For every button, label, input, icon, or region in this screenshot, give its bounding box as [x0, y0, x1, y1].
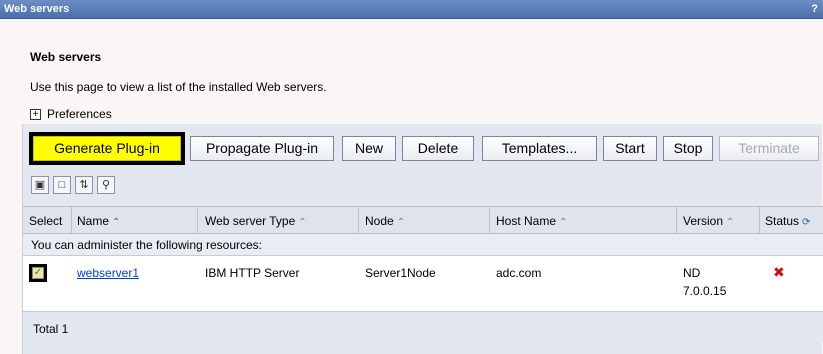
expand-icon[interactable]: +: [30, 108, 41, 120]
column-node[interactable]: Node ⌃: [365, 214, 405, 228]
clear-filter-icon[interactable]: ⚲: [97, 176, 115, 194]
show-filter-icon[interactable]: ⇅: [75, 176, 93, 194]
templates-button[interactable]: Templates...: [482, 136, 597, 161]
window-title-bar: Web servers ?: [0, 0, 823, 19]
column-node-label[interactable]: Node: [365, 214, 394, 228]
column-status[interactable]: Status ⟳: [765, 214, 810, 228]
sort-ascending-icon[interactable]: ⌃: [112, 217, 120, 228]
sort-icon[interactable]: ⌃: [726, 217, 734, 228]
deselect-all-icon[interactable]: □: [53, 176, 71, 194]
column-divider: [676, 207, 677, 235]
column-type[interactable]: Web server Type ⌃: [205, 214, 307, 228]
help-icon[interactable]: ?: [811, 3, 818, 15]
stop-button[interactable]: Stop: [663, 136, 713, 161]
start-button[interactable]: Start: [603, 136, 657, 161]
column-divider: [71, 207, 72, 235]
delete-button[interactable]: Delete: [402, 136, 474, 161]
column-name[interactable]: Name ⌃: [77, 214, 120, 228]
server-host: adc.com: [496, 266, 542, 280]
row-select-checkbox-frame[interactable]: ✓: [29, 264, 47, 282]
table-footer: Total 1: [23, 312, 823, 342]
collection-table-panel: Generate Plug-in Propagate Plug-in New D…: [22, 124, 823, 354]
content-area: Web servers Use this page to view a list…: [0, 19, 823, 354]
new-button[interactable]: New: [342, 136, 396, 161]
resources-caption-row: You can administer the following resourc…: [23, 234, 823, 256]
row-select-checkbox[interactable]: ✓: [32, 267, 44, 279]
table-row: ✓ webserver1 IBM HTTP Server Server1Node…: [23, 256, 823, 312]
sort-icon[interactable]: ⌃: [397, 217, 405, 228]
column-divider: [759, 207, 760, 235]
column-status-label[interactable]: Status: [765, 214, 799, 228]
column-divider: [489, 207, 490, 235]
stopped-status-icon: ✖: [773, 264, 785, 280]
window-title: Web servers: [4, 3, 70, 15]
generate-plugin-button[interactable]: Generate Plug-in: [29, 132, 185, 165]
select-all-icon[interactable]: ▣: [31, 176, 49, 194]
sort-icon[interactable]: ⌃: [298, 217, 306, 228]
server-version-number: 7.0.0.15: [683, 284, 727, 298]
refresh-status-icon[interactable]: ⟳: [802, 217, 810, 228]
server-name-link[interactable]: webserver1: [77, 266, 139, 280]
column-divider: [358, 207, 359, 235]
resources-caption: You can administer the following resourc…: [31, 238, 263, 252]
total-count: Total 1: [33, 322, 69, 336]
column-divider: [197, 207, 198, 235]
preferences-label[interactable]: Preferences: [47, 107, 112, 121]
column-name-label[interactable]: Name: [77, 214, 109, 228]
terminate-button: Terminate: [719, 136, 819, 161]
button-bar: Generate Plug-in Propagate Plug-in New D…: [23, 124, 823, 172]
server-node: Server1Node: [365, 266, 436, 280]
column-host-label[interactable]: Host Name: [496, 214, 556, 228]
column-version-label[interactable]: Version: [683, 214, 723, 228]
column-select: Select: [29, 214, 63, 228]
page-title: Web servers: [30, 50, 102, 64]
preferences-toggle[interactable]: + Preferences: [30, 107, 112, 121]
propagate-plugin-button[interactable]: Propagate Plug-in: [190, 136, 334, 161]
column-host[interactable]: Host Name ⌃: [496, 214, 567, 228]
page-description: Use this page to view a list of the inst…: [30, 80, 327, 94]
table-header: Select Name ⌃ Web server Type ⌃ Node ⌃ Host…: [23, 206, 823, 235]
sort-icon[interactable]: ⌃: [559, 217, 567, 228]
server-type: IBM HTTP Server: [205, 266, 300, 280]
column-version[interactable]: Version ⌃: [683, 214, 734, 228]
table-toolbar: ▣ □ ⇅ ⚲: [31, 176, 115, 196]
server-version-edition: ND: [683, 266, 701, 280]
column-type-label[interactable]: Web server Type: [205, 214, 295, 228]
